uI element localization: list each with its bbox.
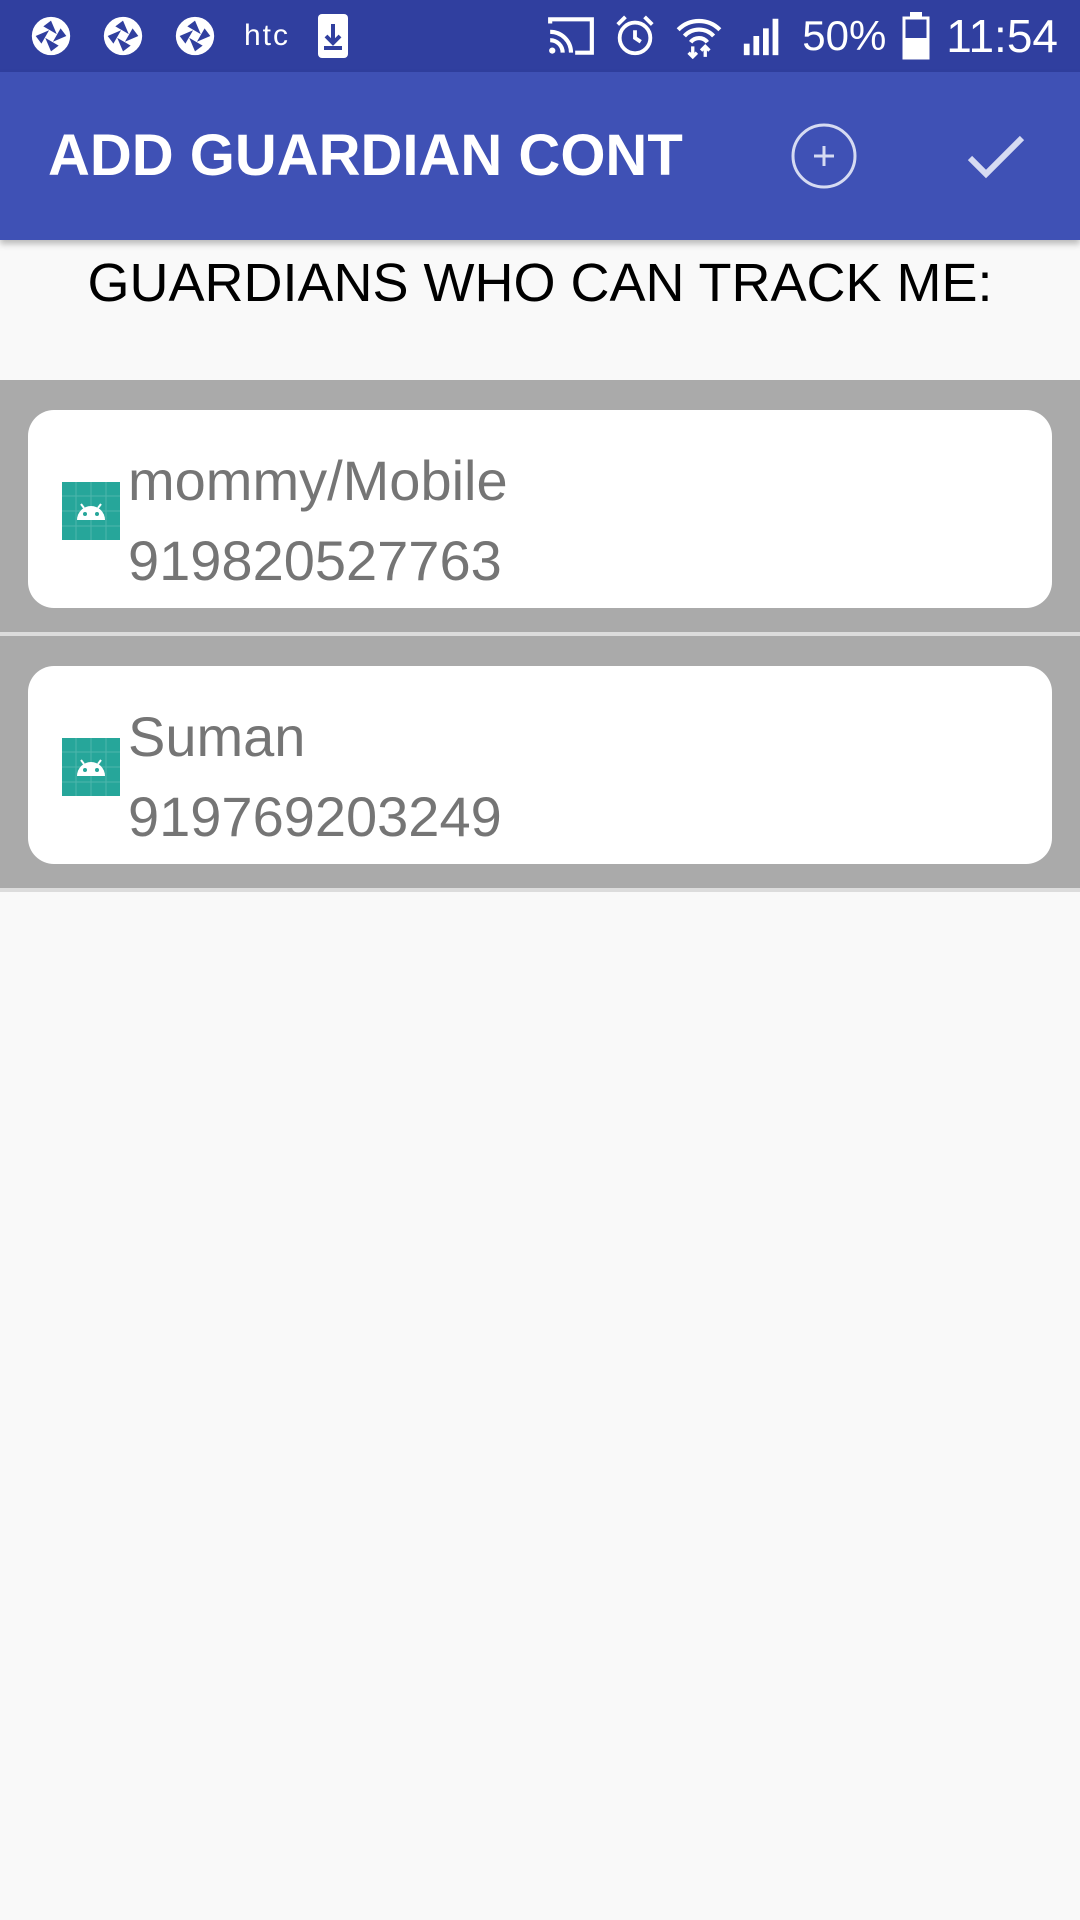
wifi-icon [676, 18, 722, 59]
htc-logo: htc [244, 19, 291, 52]
battery-icon [902, 12, 930, 60]
guardian-card[interactable]: mommy/Mobile 919820527763 [28, 410, 1052, 608]
guardian-card[interactable]: Suman 919769203249 [28, 666, 1052, 864]
aperture-icon [103, 16, 143, 56]
guardian-name: mommy/Mobile [128, 449, 508, 512]
app-bar: ADD GUARDIAN CONT… [0, 72, 1080, 240]
download-icon [318, 14, 349, 58]
check-icon [967, 135, 1025, 179]
alarm-icon [616, 15, 654, 56]
aperture-icon [31, 16, 71, 56]
clock: 11:54 [946, 10, 1058, 62]
android-icon [62, 738, 120, 796]
guardian-name: Suman [128, 705, 306, 768]
guardian-phone: 919820527763 [128, 529, 502, 592]
page-title: ADD GUARDIAN CONT… [48, 123, 688, 188]
section-heading: GUARDIANS WHO CAN TRACK ME: [87, 253, 993, 313]
guardian-list: mommy/Mobile 919820527763 Suman 91976920… [0, 380, 1080, 892]
cast-icon [548, 17, 595, 55]
add-circle-icon [791, 123, 857, 189]
guardian-phone: 919769203249 [128, 785, 502, 848]
android-icon [62, 482, 120, 540]
add-guardian-button[interactable] [790, 122, 858, 190]
signal-icon [744, 18, 779, 56]
aperture-icon [175, 16, 215, 56]
confirm-button[interactable] [960, 120, 1032, 192]
list-item[interactable]: mommy/Mobile 919820527763 [0, 380, 1080, 636]
battery-percent: 50% [802, 12, 887, 59]
status-bar: htc 50% 11:54 [0, 0, 1080, 72]
list-item[interactable]: Suman 919769203249 [0, 636, 1080, 892]
